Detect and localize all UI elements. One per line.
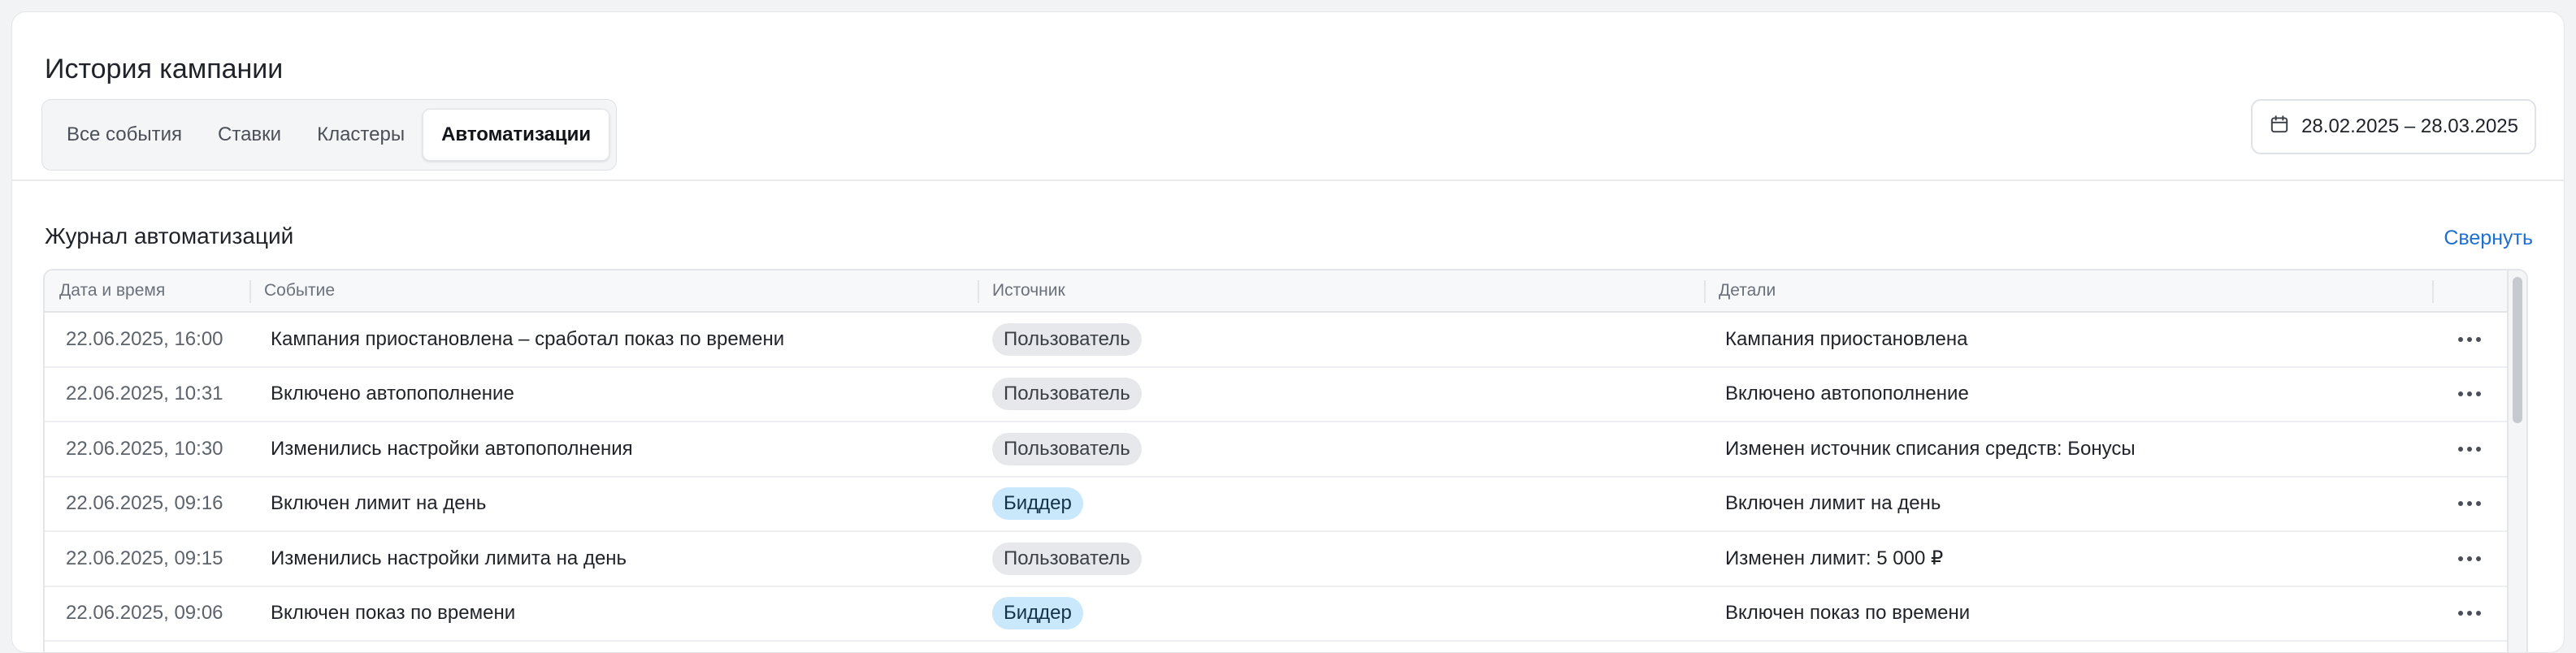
source-badge: Пользователь [992,378,1142,411]
more-horizontal-icon[interactable] [2452,331,2487,348]
scrollbar-thumb[interactable] [2513,277,2522,423]
row-datetime: 22.06.2025, 09:06 [66,602,223,625]
row-datetime: 22.06.2025, 09:16 [66,492,223,515]
date-range-value: 28.02.2025 – 28.03.2025 [2301,115,2518,137]
source-badge: Биддер [992,597,1083,630]
table-row: 22.06.2025, 09:15 Изменились настройки л… [45,532,2526,587]
row-datetime: 22.06.2025, 16:00 [66,327,223,350]
column-header-event: Событие [249,270,978,311]
collapse-link[interactable]: Свернуть [2444,222,2533,254]
row-event: Кампания приостановлена – сработал показ… [271,327,785,350]
table-row: 22.06.2025, 10:31 Включено автопополнени… [45,368,2526,422]
source-badge: Пользователь [992,542,1142,575]
history-tabs: Все события Ставки Кластеры Автоматизаци… [41,99,618,171]
row-datetime: 22.06.2025, 10:30 [66,437,223,460]
automation-log-table: Дата и время Событие Источник Детали 22.… [43,269,2528,652]
row-event: Включен лимит на день [271,492,487,515]
tab-bids[interactable]: Ставки [200,109,299,161]
row-details: Кампания приостановлена [1725,327,1968,350]
row-datetime: 22.06.2025, 10:31 [66,383,223,405]
more-horizontal-icon[interactable] [2452,550,2487,568]
column-header-datetime: Дата и время [59,281,166,300]
more-horizontal-icon[interactable] [2452,604,2487,622]
calendar-icon [2269,114,2290,141]
more-horizontal-icon[interactable] [2452,440,2487,458]
column-header-actions [2432,270,2507,311]
row-details: Изменен источник списания средств: Бонус… [1725,437,2136,460]
row-details: Включен показ по времени [1725,602,1971,625]
source-badge: Пользователь [992,322,1142,356]
source-badge: Биддер [992,487,1083,521]
row-event: Изменились настройки автопополнения [271,437,633,460]
tab-automations[interactable]: Автоматизации [423,109,610,161]
row-details: Изменен лимит: 5 000 ₽ [1725,547,1944,570]
row-event: Изменились настройки лимита на день [271,547,627,569]
row-datetime: 22.06.2025, 09:15 [66,547,223,569]
column-header-details: Детали [1704,270,2432,311]
column-header-source: Источник [978,270,1704,311]
campaign-history-card: История кампании Все события Ставки Клас… [11,11,2565,653]
tab-clusters[interactable]: Кластеры [299,109,423,161]
table-header: Дата и время Событие Источник Детали [45,270,2526,313]
row-event: Включено автопополнение [271,383,514,405]
header-divider [12,179,2564,181]
source-badge: Пользователь [992,432,1142,465]
more-horizontal-icon[interactable] [2452,495,2487,512]
table-row: 22.06.2025, 09:06 Включен показ по време… [45,587,2526,642]
table-row: 22.06.2025, 09:16 Включен лимит на день … [45,478,2526,532]
more-horizontal-icon[interactable] [2452,385,2487,403]
date-range-picker[interactable]: 28.02.2025 – 28.03.2025 [2251,99,2536,154]
row-details: Включено автопополнение [1725,383,1969,405]
table-row: 22.06.2025, 16:00 Кампания приостановлен… [45,313,2526,368]
automation-log-title: Журнал автоматизаций [45,223,294,249]
tab-all-events[interactable]: Все события [49,109,200,161]
table-scrollbar[interactable] [2507,270,2526,652]
page-title: История кампании [45,54,284,84]
row-event: Включен показ по времени [271,602,516,625]
row-details: Включен лимит на день [1725,492,1941,515]
table-row: 22.06.2025, 10:30 Изменились настройки а… [45,422,2526,478]
